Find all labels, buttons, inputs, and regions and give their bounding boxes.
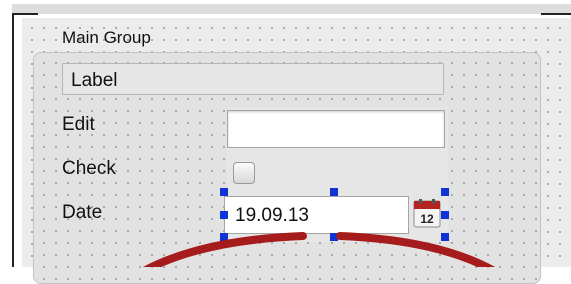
overlay-arc (142, 232, 496, 267)
designer-canvas: Main Group Label Edit Check Date 19.09.1… (0, 0, 571, 284)
